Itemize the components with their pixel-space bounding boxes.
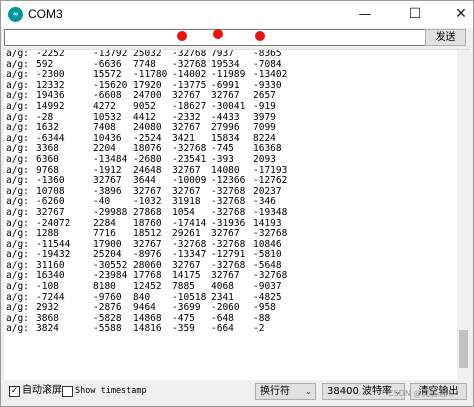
serial-output-lines: a/g: -2252 -13792 25032 -32768 7937 -8365 a/g: 5… <box>6 49 456 335</box>
sensor-value: -18627 <box>172 100 207 112</box>
arduino-logo-icon: ∞ <box>8 7 23 22</box>
sensor-value: 7937 <box>211 49 234 59</box>
chevron-down-icon: ⌄ <box>305 387 312 396</box>
serial-line: a/g: 32767 -29988 27868 1054 -32768 -19348 <box>6 206 456 219</box>
send-button[interactable]: 发送 <box>425 29 466 46</box>
red-dot-marker <box>255 31 265 41</box>
sensor-value: 2093 <box>253 153 276 165</box>
red-dot-marker <box>177 31 187 41</box>
show-timestamp-checkbox[interactable] <box>62 386 73 397</box>
sensor-value: -13792 <box>93 49 128 59</box>
serial-line: a/g: 3824 -5588 14816 -359 -664 -2 <box>6 324 456 335</box>
line-prefix: a/g: <box>6 100 29 112</box>
serial-line: a/g: 6360 -13484 -2680 -23541 -393 2093 <box>6 153 456 166</box>
line-prefix: a/g: <box>6 206 29 218</box>
serial-output-area[interactable]: a/g: -2252 -13792 25032 -32768 7937 -8365 a/g: 5… <box>4 49 470 380</box>
sensor-value: -13484 <box>93 153 128 165</box>
sensor-value: 9052 <box>133 100 156 112</box>
watermark: CSDN @流觞浩川 <box>388 389 454 398</box>
sensor-value: -29988 <box>93 206 128 218</box>
sensor-value: 25032 <box>133 49 162 59</box>
line-ending-select[interactable]: 换行符 ⌄ <box>255 383 316 400</box>
serial-monitor-window: ∞ COM3 — ☐ ✕ 发送 a/g: -2252 -13792 25032 -327… <box>0 0 474 407</box>
serial-line: a/g: -2252 -13792 25032 -32768 7937 -8365 <box>6 49 456 60</box>
line-prefix: a/g: <box>6 49 29 59</box>
serial-line: a/g: 14992 4272 9052 -18627 -30041 -919 <box>6 100 456 113</box>
vertical-scrollbar[interactable] <box>457 50 470 380</box>
sensor-value: -19348 <box>253 206 288 218</box>
sensor-value: -393 <box>211 153 234 165</box>
baud-rate-value: 38400 波特率 <box>327 386 392 397</box>
sensor-value: -32768 <box>211 206 246 218</box>
sensor-value: 4272 <box>93 100 116 112</box>
line-ending-value: 换行符 <box>260 386 290 397</box>
sensor-value: -2252 <box>36 49 65 59</box>
sensor-value: 14992 <box>36 100 65 112</box>
red-dot-marker <box>213 29 223 39</box>
show-timestamp-label: Show timestamp <box>75 386 147 396</box>
line-prefix: a/g: <box>6 323 29 335</box>
sensor-value: 3824 <box>36 323 59 335</box>
sensor-value: -23541 <box>172 153 207 165</box>
close-button[interactable]: ✕ <box>441 1 473 28</box>
sensor-value: -5588 <box>93 323 122 335</box>
sensor-value: 27868 <box>133 206 162 218</box>
sensor-value: -919 <box>253 100 276 112</box>
sensor-value: -664 <box>211 323 234 335</box>
sensor-value: 1054 <box>172 206 195 218</box>
window-title: COM3 <box>28 7 63 21</box>
send-bar: 发送 <box>1 28 473 47</box>
sensor-value: -32768 <box>172 49 207 59</box>
sensor-value: -8365 <box>253 49 282 59</box>
minimize-button[interactable]: — <box>345 1 385 28</box>
title-bar: ∞ COM3 — ☐ ✕ <box>1 1 473 28</box>
sensor-value: -359 <box>172 323 195 335</box>
autoscroll-label: 自动滚屏 <box>22 385 62 396</box>
sensor-value: -30041 <box>211 100 246 112</box>
sensor-value: -2680 <box>133 153 162 165</box>
sensor-value: -2 <box>253 323 265 335</box>
sensor-value: 6360 <box>36 153 59 165</box>
line-prefix: a/g: <box>6 153 29 165</box>
scrollbar-thumb[interactable] <box>459 330 468 368</box>
sensor-value: 32767 <box>36 206 65 218</box>
maximize-button[interactable]: ☐ <box>395 1 435 28</box>
autoscroll-checkbox[interactable]: ✓ <box>9 386 20 397</box>
sensor-value: 14816 <box>133 323 162 335</box>
